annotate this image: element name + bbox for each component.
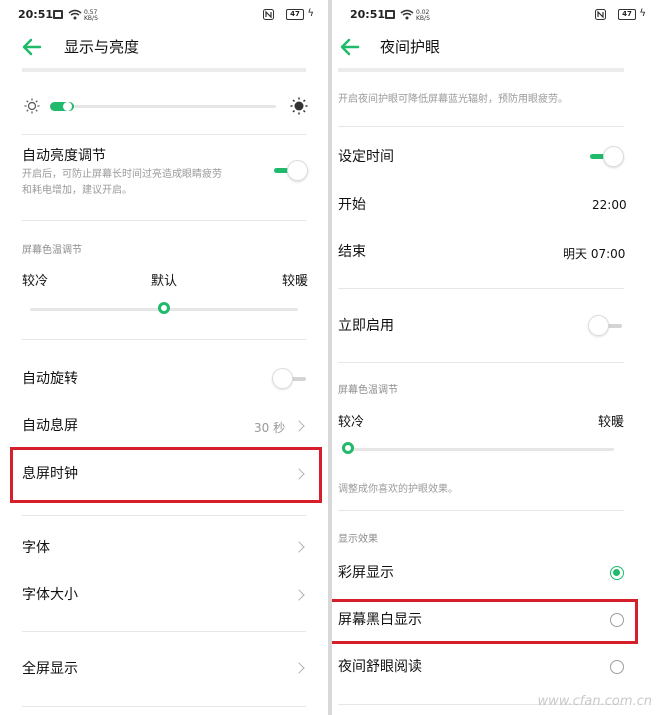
watermark: www.cfan.com.cn	[537, 694, 652, 709]
page-title: 夜间护眼	[380, 38, 441, 56]
effect-option-color-radio[interactable]	[610, 566, 624, 580]
auto-sleep-value: 30 秒	[254, 421, 286, 435]
back-arrow-icon[interactable]	[340, 38, 360, 56]
auto-brightness-hint-2: 和耗电增加，建议开启。	[22, 185, 132, 196]
chevron-right-icon	[293, 662, 305, 674]
net-speed: 0.02 KB/S	[416, 10, 430, 22]
auto-rotate-label: 自动旋转	[22, 371, 78, 387]
schedule-toggle[interactable]	[590, 146, 624, 168]
effect-option-night-reading-radio[interactable]	[610, 660, 624, 674]
status-bar: 20:51 0.57 KB/S 47 ϟ	[18, 8, 314, 24]
highlight-box	[10, 447, 322, 503]
wifi-icon	[68, 9, 82, 23]
battery-indicator: 47	[286, 9, 304, 20]
effect-option-color-label[interactable]: 彩屏显示	[338, 564, 394, 582]
divider	[22, 515, 306, 516]
auto-sleep-label[interactable]: 自动息屏	[22, 417, 78, 435]
night-eye-care-screen: 20:51 0.02 KB/S 47 ϟ 夜间护眼 开启夜间护眼可降低屏幕蓝光辐射…	[332, 0, 660, 715]
brightness-slider-knob[interactable]	[63, 102, 72, 111]
divider	[338, 362, 624, 363]
notification-icon	[52, 9, 64, 23]
end-label[interactable]: 结束	[338, 243, 366, 261]
enable-now-toggle[interactable]	[588, 315, 624, 337]
enable-now-label: 立即启用	[338, 318, 394, 334]
net-speed-unit: KB/S	[416, 15, 430, 22]
color-temp-slider[interactable]	[348, 448, 614, 451]
divider	[338, 288, 624, 289]
color-temp-slider-knob[interactable]	[342, 442, 354, 454]
divider	[338, 510, 624, 511]
display-effect-section-title: 显示效果	[338, 534, 378, 545]
back-arrow-icon[interactable]	[22, 38, 42, 56]
color-temp-default-label: 默认	[151, 274, 178, 289]
brightness-low-icon	[24, 98, 40, 118]
color-temp-section-title: 屏幕色温调节	[22, 245, 82, 256]
page-title: 显示与亮度	[64, 38, 140, 56]
color-temp-section-title: 屏幕色温调节	[338, 385, 398, 396]
nfc-icon	[263, 9, 274, 23]
color-temp-slider-knob[interactable]	[158, 302, 170, 314]
brightness-slider[interactable]	[50, 105, 276, 108]
status-time: 20:51	[350, 8, 386, 21]
auto-rotate-toggle[interactable]	[272, 368, 308, 390]
auto-brightness-hint-1: 开启后，可防止屏幕长时间过亮造成眼睛疲劳	[22, 169, 222, 180]
end-time-value[interactable]: 明天 07:00	[563, 245, 625, 262]
font-label[interactable]: 字体	[22, 539, 50, 557]
start-time-value[interactable]: 22:00	[592, 198, 627, 212]
header-divider	[22, 68, 306, 72]
header: 显示与亮度	[0, 36, 328, 60]
brightness-high-icon	[290, 97, 308, 119]
net-speed: 0.57 KB/S	[84, 10, 98, 22]
auto-brightness-label: 自动亮度调节	[22, 148, 106, 164]
notification-icon	[384, 9, 396, 23]
status-time: 20:51	[18, 8, 54, 21]
display-brightness-screen: 20:51 0.57 KB/S 47 ϟ 显示与亮度 自动亮度调节 开启后，可防止…	[0, 0, 328, 715]
effect-option-night-reading-label[interactable]: 夜间舒眼阅读	[338, 658, 422, 676]
start-label[interactable]: 开始	[338, 196, 366, 214]
header: 夜间护眼	[332, 36, 660, 60]
divider	[22, 631, 306, 632]
chevron-right-icon	[293, 589, 305, 601]
divider	[22, 339, 306, 340]
wifi-icon	[400, 9, 414, 23]
highlight-box	[332, 599, 638, 644]
divider	[22, 134, 306, 135]
nfc-icon	[595, 9, 606, 23]
battery-indicator: 47	[618, 9, 636, 20]
charging-icon: ϟ	[307, 8, 314, 19]
divider	[338, 126, 624, 127]
divider	[22, 220, 306, 221]
color-temp-warm-label: 较暖	[282, 274, 309, 289]
font-size-label[interactable]: 字体大小	[22, 586, 78, 604]
color-temp-warm-label: 较暖	[598, 415, 625, 430]
fullscreen-label[interactable]: 全屏显示	[22, 660, 78, 678]
schedule-label: 设定时间	[338, 149, 394, 165]
night-mode-intro: 开启夜间护眼可降低屏幕蓝光辐射，预防用眼疲劳。	[338, 94, 568, 105]
chevron-right-icon	[293, 420, 305, 432]
status-bar: 20:51 0.02 KB/S 47 ϟ	[350, 8, 646, 24]
auto-brightness-toggle[interactable]	[274, 160, 308, 182]
header-divider	[338, 68, 624, 72]
net-speed-unit: KB/S	[84, 15, 98, 22]
charging-icon: ϟ	[639, 8, 646, 19]
color-temp-cool-label: 较冷	[338, 415, 365, 430]
color-temp-hint: 调整成你喜欢的护眼效果。	[338, 484, 458, 495]
divider	[22, 706, 306, 707]
color-temp-cool-label: 较冷	[22, 274, 49, 289]
chevron-right-icon	[293, 541, 305, 553]
